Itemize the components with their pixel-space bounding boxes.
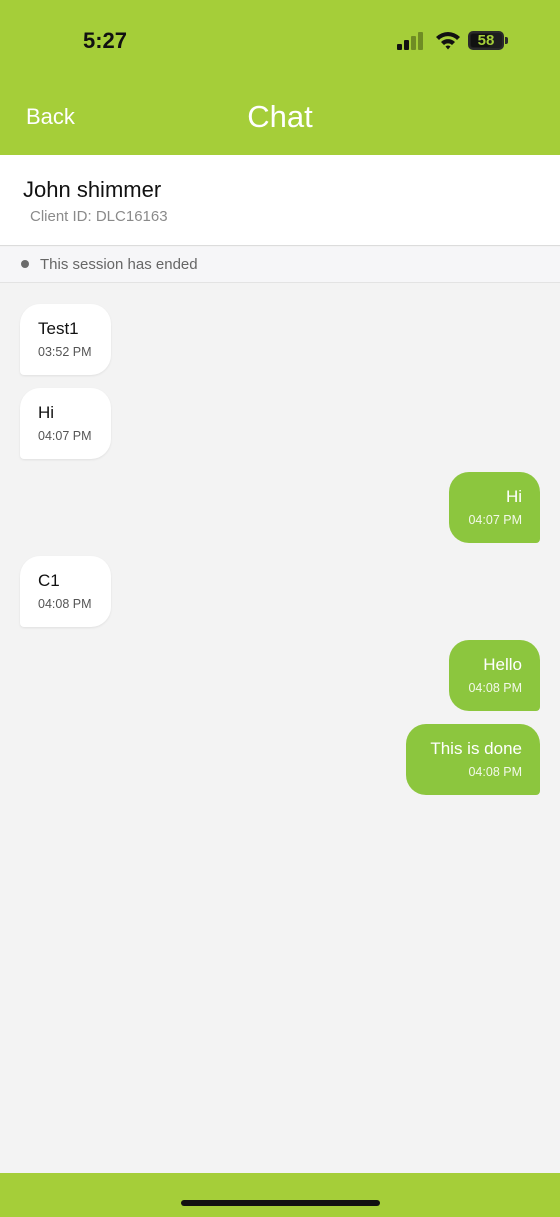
message-outgoing: Hi 04:07 PM [449,472,540,543]
bottom-bar [0,1173,560,1217]
message-incoming: Test1 03:52 PM [20,304,111,375]
message-time: 04:08 PM [38,597,92,611]
message-text: Hello [483,655,522,674]
contact-header: John shimmer Client ID: DLC16163 [0,155,560,246]
page-title: Chat [247,99,313,134]
message-outgoing: This is done 04:08 PM [406,724,540,795]
message-outgoing: Hello 04:08 PM [449,640,540,711]
message-time: 04:07 PM [468,513,522,527]
message-time: 04:08 PM [468,765,522,779]
signal-icon [397,32,425,50]
battery-cap [505,37,508,44]
message-text: Hi [505,487,522,506]
message-time: 04:07 PM [38,429,92,443]
status-time: 5:27 [83,28,128,53]
status-dot-icon [21,260,29,268]
message-time: 03:52 PM [38,345,92,359]
home-indicator[interactable] [181,1200,380,1206]
message-text: Test1 [38,319,79,338]
battery-percent: 58 [477,32,495,49]
message-incoming: Hi 04:07 PM [20,388,111,459]
contact-name: John shimmer [23,177,162,202]
client-id: Client ID: DLC16163 [30,208,168,225]
session-status-banner: This session has ended [0,247,560,283]
message-text: Hi [38,403,55,422]
message-incoming: C1 04:08 PM [20,556,111,627]
message-text: C1 [38,571,60,590]
battery-icon: 58 [468,31,504,50]
message-time: 04:08 PM [468,681,522,695]
message-text: This is done [430,739,522,758]
session-status-text: This session has ended [40,256,198,273]
wifi-icon [436,32,460,50]
